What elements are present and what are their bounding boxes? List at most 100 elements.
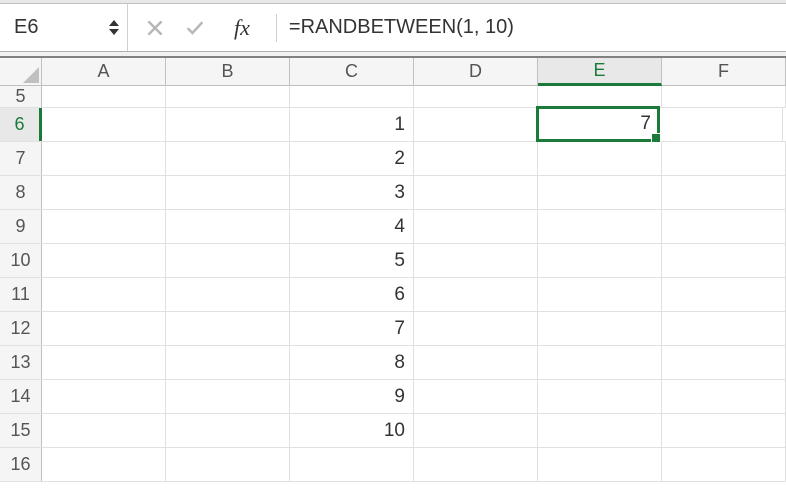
cell-C8[interactable]: 3 — [290, 176, 414, 209]
confirm-icon[interactable] — [184, 17, 206, 39]
cell-D16[interactable] — [414, 448, 538, 481]
row-header-6[interactable]: 6 — [0, 108, 42, 141]
cell-E9[interactable] — [538, 210, 662, 243]
cell-A8[interactable] — [42, 176, 166, 209]
select-all-corner[interactable] — [0, 58, 42, 85]
row-header-15[interactable]: 15 — [0, 414, 42, 447]
name-box[interactable]: E6 — [0, 4, 128, 51]
stepper-down-icon[interactable] — [109, 29, 119, 35]
cell-F16[interactable] — [662, 448, 786, 481]
fx-button[interactable]: fx — [224, 15, 254, 41]
cell-B9[interactable] — [166, 210, 290, 243]
cell-C11[interactable]: 6 — [290, 278, 414, 311]
cell-C12[interactable]: 7 — [290, 312, 414, 345]
cell-E5[interactable] — [538, 86, 662, 107]
cell-A5[interactable] — [42, 86, 166, 107]
formula-input[interactable]: =RANDBETWEEN(1, 10) — [285, 16, 786, 39]
cell-F5[interactable] — [662, 86, 786, 107]
cell-B10[interactable] — [166, 244, 290, 277]
cell-F12[interactable] — [662, 312, 786, 345]
cell-C9[interactable]: 4 — [290, 210, 414, 243]
formula-divider — [276, 14, 277, 42]
cell-D5[interactable] — [414, 86, 538, 107]
column-header-c[interactable]: C — [290, 58, 414, 85]
row-header-11[interactable]: 11 — [0, 278, 42, 311]
cell-D14[interactable] — [414, 380, 538, 413]
cell-A11[interactable] — [42, 278, 166, 311]
cell-E16[interactable] — [538, 448, 662, 481]
row-header-13[interactable]: 13 — [0, 346, 42, 379]
cell-A12[interactable] — [42, 312, 166, 345]
cell-E6[interactable]: 7 — [536, 106, 660, 142]
cell-E7[interactable] — [538, 142, 662, 175]
cell-D15[interactable] — [414, 414, 538, 447]
cell-E10[interactable] — [538, 244, 662, 277]
cell-B11[interactable] — [166, 278, 290, 311]
cell-B14[interactable] — [166, 380, 290, 413]
cell-C15[interactable]: 10 — [290, 414, 414, 447]
cell-F9[interactable] — [662, 210, 786, 243]
cell-A16[interactable] — [42, 448, 166, 481]
cell-D7[interactable] — [414, 142, 538, 175]
cell-A15[interactable] — [42, 414, 166, 447]
cell-F10[interactable] — [662, 244, 786, 277]
row-header-9[interactable]: 9 — [0, 210, 42, 243]
cell-F14[interactable] — [662, 380, 786, 413]
stepper-up-icon[interactable] — [109, 20, 119, 26]
column-header-d[interactable]: D — [414, 58, 538, 85]
cell-E15[interactable] — [538, 414, 662, 447]
cell-C5[interactable] — [290, 86, 414, 107]
cell-E13[interactable] — [538, 346, 662, 379]
cell-A14[interactable] — [42, 380, 166, 413]
cell-B7[interactable] — [166, 142, 290, 175]
cell-A10[interactable] — [42, 244, 166, 277]
column-header-a[interactable]: A — [42, 58, 166, 85]
cell-F15[interactable] — [662, 414, 786, 447]
cell-A7[interactable] — [42, 142, 166, 175]
cell-D8[interactable] — [414, 176, 538, 209]
column-header-e[interactable]: E — [538, 58, 662, 86]
cell-D9[interactable] — [414, 210, 538, 243]
cell-F8[interactable] — [662, 176, 786, 209]
cell-D11[interactable] — [414, 278, 538, 311]
cell-E12[interactable] — [538, 312, 662, 345]
cell-E11[interactable] — [538, 278, 662, 311]
cell-B5[interactable] — [166, 86, 290, 107]
cell-F6[interactable] — [659, 108, 783, 141]
cell-F11[interactable] — [662, 278, 786, 311]
cell-A9[interactable] — [42, 210, 166, 243]
cell-B16[interactable] — [166, 448, 290, 481]
row-header-10[interactable]: 10 — [0, 244, 42, 277]
row-header-7[interactable]: 7 — [0, 142, 42, 175]
cell-D12[interactable] — [414, 312, 538, 345]
cancel-icon[interactable] — [144, 17, 166, 39]
column-header-f[interactable]: F — [662, 58, 786, 85]
cell-A13[interactable] — [42, 346, 166, 379]
cell-E14[interactable] — [538, 380, 662, 413]
cell-A6[interactable] — [42, 108, 166, 141]
cell-B13[interactable] — [166, 346, 290, 379]
cell-B6[interactable] — [166, 108, 290, 141]
row-header-8[interactable]: 8 — [0, 176, 42, 209]
column-header-b[interactable]: B — [166, 58, 290, 85]
row-header-16[interactable]: 16 — [0, 448, 42, 481]
cell-C10[interactable]: 5 — [290, 244, 414, 277]
cell-B8[interactable] — [166, 176, 290, 209]
cell-B12[interactable] — [166, 312, 290, 345]
cell-D13[interactable] — [414, 346, 538, 379]
cell-E8[interactable] — [538, 176, 662, 209]
cell-D10[interactable] — [414, 244, 538, 277]
cell-C16[interactable] — [290, 448, 414, 481]
row-header-5[interactable]: 5 — [0, 86, 42, 107]
row-header-14[interactable]: 14 — [0, 380, 42, 413]
cell-D6[interactable] — [414, 108, 538, 141]
cell-C6[interactable]: 1 — [290, 108, 414, 141]
cell-C13[interactable]: 8 — [290, 346, 414, 379]
name-box-stepper[interactable] — [109, 20, 119, 35]
cell-F13[interactable] — [662, 346, 786, 379]
cell-F7[interactable] — [662, 142, 786, 175]
cell-C14[interactable]: 9 — [290, 380, 414, 413]
cell-B15[interactable] — [166, 414, 290, 447]
row-header-12[interactable]: 12 — [0, 312, 42, 345]
cell-C7[interactable]: 2 — [290, 142, 414, 175]
